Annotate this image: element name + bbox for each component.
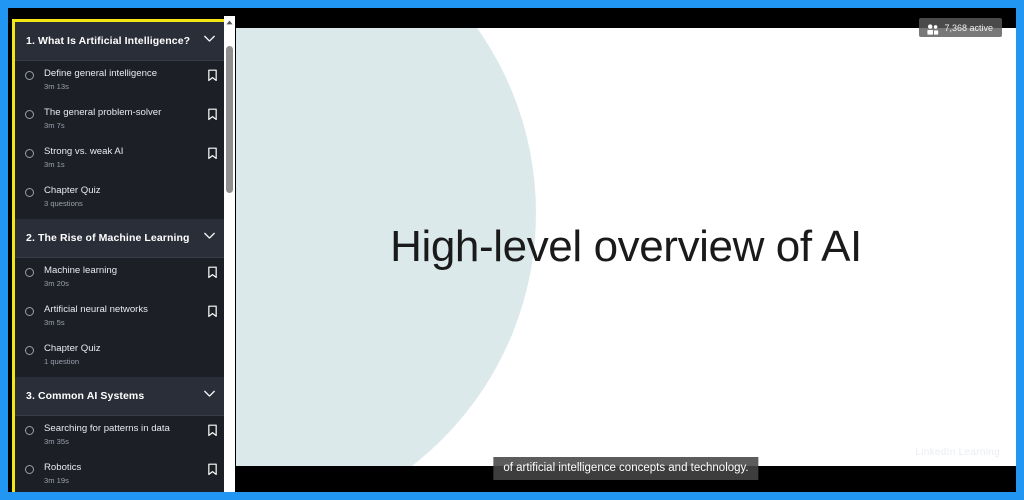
- toc-item-body: Strong vs. weak AI 3m 1s: [44, 146, 207, 170]
- toc-item-title: Searching for patterns in data: [44, 423, 170, 434]
- toc-item-duration: 3m 35s: [44, 437, 69, 446]
- toc-item[interactable]: Searching for patterns in data 3m 35s: [15, 416, 228, 455]
- active-viewers-label: 7,368 active: [944, 22, 993, 33]
- bookmark-icon[interactable]: [207, 462, 218, 481]
- toc-item-duration: 3m 13s: [44, 82, 69, 91]
- bookmark-icon[interactable]: [207, 423, 218, 442]
- toc-item-body: Artificial neural networks 3m 5s: [44, 304, 207, 328]
- chevron-down-icon[interactable]: [201, 30, 218, 52]
- bookmark-icon[interactable]: [207, 68, 218, 87]
- toc-item-body: Machine learning 3m 20s: [44, 265, 207, 289]
- scroll-up-arrow-icon[interactable]: [224, 16, 235, 28]
- toc-item[interactable]: Define general intelligence 3m 13s: [15, 61, 228, 100]
- toc-item-body: Robotics 3m 19s: [44, 462, 207, 486]
- toc-item-duration: 3m 5s: [44, 318, 65, 327]
- circle-outline-icon: [25, 149, 34, 158]
- table-of-contents-list[interactable]: 1. What Is Artificial Intelligence? Defin…: [15, 22, 228, 492]
- toc-item-duration: 1 question: [44, 357, 80, 366]
- toc-item-title: Define general intelligence: [44, 68, 158, 79]
- scrollbar-thumb[interactable]: [226, 46, 233, 193]
- people-icon: [926, 22, 939, 35]
- circle-outline-icon: [25, 268, 34, 277]
- circle-outline-icon: [25, 307, 34, 316]
- toc-item[interactable]: Artificial neural networks 3m 5s: [15, 297, 228, 336]
- toc-section-title: 1. What Is Artificial Intelligence?: [26, 35, 191, 47]
- circle-outline-icon: [25, 346, 34, 355]
- toc-section-title: 2. The Rise of Machine Learning: [26, 232, 190, 244]
- circle-outline-icon: [25, 110, 34, 119]
- toc-item-body: Chapter Quiz 3 questions: [44, 185, 207, 209]
- slide-title: High-level overview of AI: [390, 222, 862, 271]
- toc-item-title: Chapter Quiz: [44, 185, 101, 196]
- circle-outline-icon: [25, 71, 34, 80]
- toc-section-header[interactable]: 3. Common AI Systems: [15, 377, 228, 416]
- toc-item-title: Artificial neural networks: [44, 304, 148, 315]
- toc-item-duration: 3m 20s: [44, 279, 69, 288]
- toc-item-title: Strong vs. weak AI: [44, 146, 124, 157]
- toc-item-title: Machine learning: [44, 265, 118, 276]
- toc-item-body: Define general intelligence 3m 13s: [44, 68, 207, 92]
- toc-item[interactable]: Chapter Quiz 3 questions: [15, 178, 228, 217]
- circle-outline-icon: [25, 426, 34, 435]
- toc-item-title: Robotics: [44, 462, 82, 473]
- player-page: 1. What Is Artificial Intelligence? Defin…: [8, 8, 1016, 492]
- toc-item-duration: 3m 19s: [44, 476, 69, 485]
- circle-outline-icon: [25, 188, 34, 197]
- chevron-down-icon[interactable]: [201, 385, 218, 407]
- course-player-window: 1. What Is Artificial Intelligence? Defin…: [0, 0, 1024, 500]
- toc-section-header[interactable]: 1. What Is Artificial Intelligence?: [15, 22, 228, 61]
- sidebar-scrollbar[interactable]: [224, 16, 235, 492]
- bookmark-icon[interactable]: [207, 265, 218, 284]
- caption-box: of artificial intelligence concepts and …: [493, 457, 759, 480]
- toc-item-duration: 3m 1s: [44, 160, 65, 169]
- toc-section-header[interactable]: 2. The Rise of Machine Learning: [15, 219, 228, 258]
- toc-item[interactable]: Chapter Quiz 1 question: [15, 336, 228, 375]
- toc-item-body: Chapter Quiz 1 question: [44, 343, 207, 367]
- caption-text: of artificial intelligence concepts and …: [503, 462, 749, 474]
- toc-item-body: The general problem-solver 3m 7s: [44, 107, 207, 131]
- toc-item[interactable]: Strong vs. weak AI 3m 1s: [15, 139, 228, 178]
- toc-section-title: 3. Common AI Systems: [26, 390, 145, 402]
- toc-item[interactable]: The general problem-solver 3m 7s: [15, 100, 228, 139]
- chevron-down-icon[interactable]: [201, 227, 218, 249]
- toc-item[interactable]: Robotics 3m 19s: [15, 455, 228, 492]
- video-player[interactable]: High-level overview of AI LinkedIn Learn…: [236, 8, 1016, 492]
- active-viewers-badge: 7,368 active: [919, 18, 1002, 37]
- course-contents-sidebar: 1. What Is Artificial Intelligence? Defin…: [8, 8, 236, 492]
- toc-item[interactable]: Machine learning 3m 20s: [15, 258, 228, 297]
- bookmark-icon[interactable]: [207, 146, 218, 165]
- linkedin-learning-watermark: LinkedIn Learning: [915, 447, 1000, 458]
- toc-item-title: Chapter Quiz: [44, 343, 101, 354]
- toc-item-title: The general problem-solver: [44, 107, 162, 118]
- toc-item-duration: 3m 7s: [44, 121, 65, 130]
- slide-canvas: High-level overview of AI LinkedIn Learn…: [236, 28, 1016, 466]
- bookmark-icon[interactable]: [207, 304, 218, 323]
- toc-item-body: Searching for patterns in data 3m 35s: [44, 423, 207, 447]
- circle-outline-icon: [25, 465, 34, 474]
- toc-item-duration: 3 questions: [44, 199, 83, 208]
- bookmark-icon[interactable]: [207, 107, 218, 126]
